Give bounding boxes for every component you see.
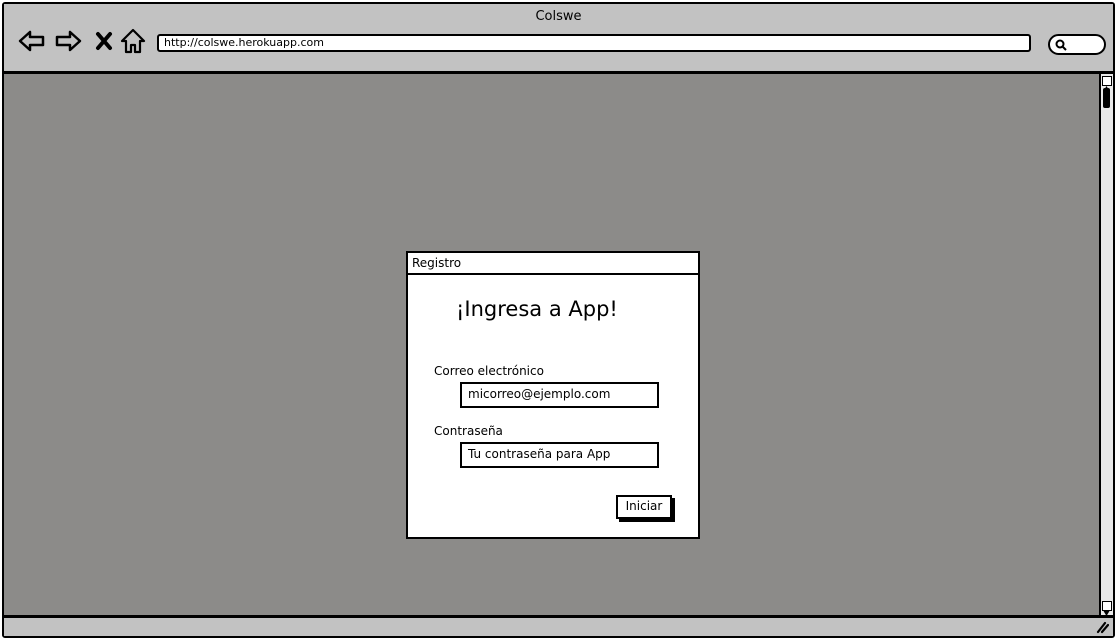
url-input[interactable]: http://colswe.herokuapp.com [157, 34, 1031, 52]
browser-toolbar: Colswe http://colswe.herokuapp.com [4, 4, 1113, 74]
email-field[interactable]: micorreo@ejemplo.com [460, 382, 659, 408]
window-title: Colswe [535, 9, 582, 24]
home-icon[interactable] [118, 26, 148, 56]
login-button[interactable]: Iniciar [616, 495, 672, 519]
password-label: Contraseña [434, 424, 503, 438]
page-heading: ¡Ingresa a App! [456, 297, 618, 321]
scroll-thumb[interactable] [1103, 88, 1110, 108]
status-bar [4, 615, 1113, 636]
vertical-scrollbar[interactable] [1099, 74, 1113, 616]
search-icon [1055, 39, 1067, 51]
search-field[interactable] [1048, 34, 1106, 55]
email-label: Correo electrónico [434, 364, 544, 378]
back-arrow-icon[interactable] [17, 26, 47, 56]
login-dialog: Registro ¡Ingresa a App! Correo electrón… [406, 251, 700, 539]
page-canvas: Registro ¡Ingresa a App! Correo electrón… [4, 74, 1099, 615]
resize-grip-icon[interactable] [1095, 620, 1109, 634]
scroll-up-icon[interactable] [1102, 76, 1112, 91]
stop-x-icon[interactable] [89, 26, 119, 56]
password-field[interactable]: Tu contraseña para App [460, 442, 659, 468]
scroll-down-icon[interactable] [1102, 601, 1112, 616]
browser-window: Colswe http://colswe.herokuapp.com Regis… [2, 2, 1115, 638]
forward-arrow-icon[interactable] [53, 26, 83, 56]
dialog-title: Registro [408, 253, 698, 275]
